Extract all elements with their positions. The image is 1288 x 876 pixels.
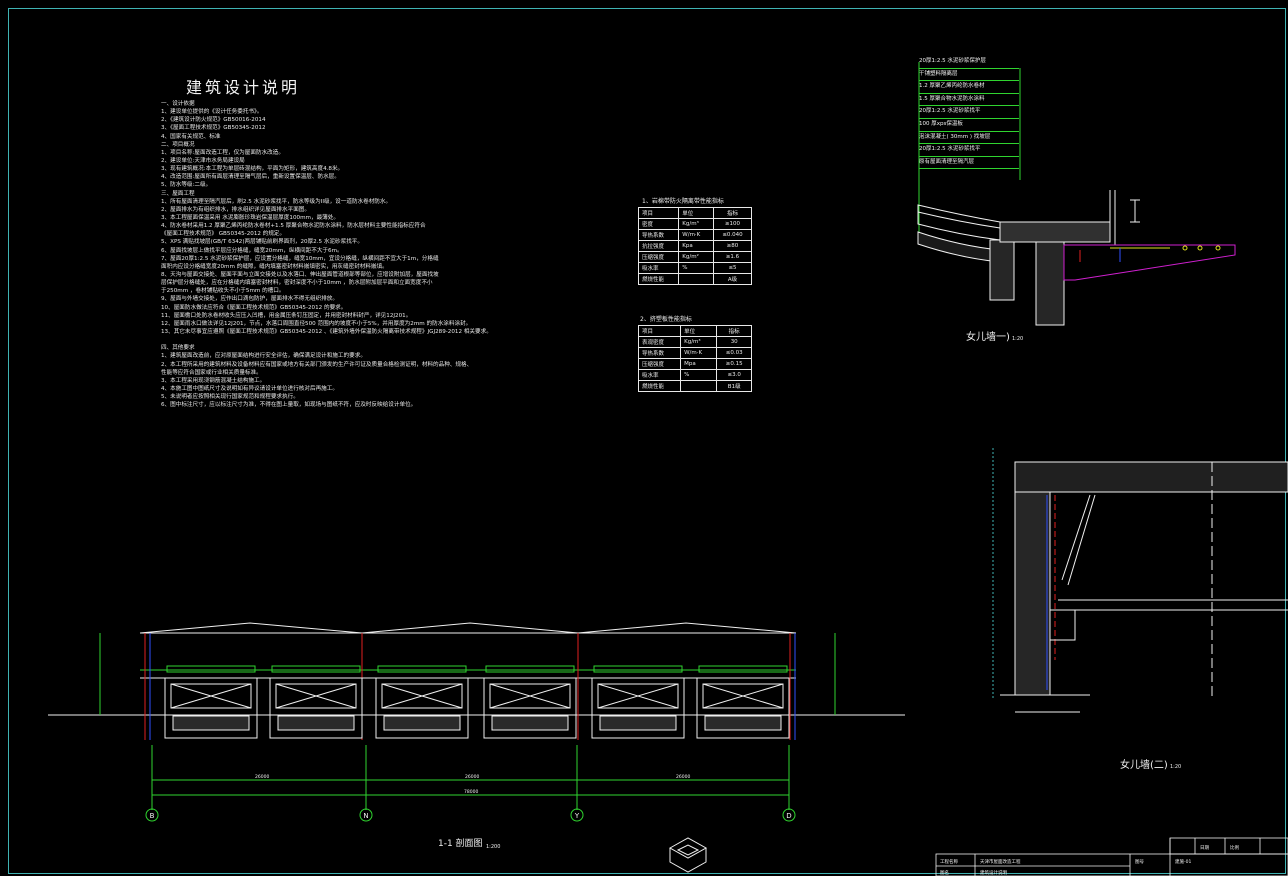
detail1-label: 女儿墙一) <box>966 330 1010 343</box>
titleblock-cell: 天津市屋面改造工程 <box>980 858 1021 865</box>
axis-label: D <box>786 812 791 820</box>
tank-base <box>277 715 355 731</box>
detail2-scale: 1:20 <box>1170 764 1181 770</box>
titleblock-cell: 建施-01 <box>1175 858 1191 865</box>
section-tanks <box>164 665 790 739</box>
tank-cover <box>593 665 683 673</box>
axis-label: B <box>150 812 155 820</box>
parapet-detail-2 <box>992 448 1288 713</box>
titleblock-cell: 工程名称 <box>940 858 958 865</box>
tank-base <box>704 715 782 731</box>
tank-cover <box>698 665 788 673</box>
dim-2: 26000 <box>465 774 479 780</box>
cad-drawing: 女儿墙一) 1:20 女儿墙(二) 1:20 B N Y D 1-1 剖面图 1… <box>48 62 1288 876</box>
titleblock-cell: 比例 <box>1230 844 1239 851</box>
axis-label: Y <box>574 812 580 820</box>
section-scale: 1:200 <box>486 844 500 850</box>
iso-symbol <box>668 837 708 873</box>
titleblock-cell: 图号 <box>1135 859 1144 865</box>
section-axes: BNYD <box>145 808 796 822</box>
parapet-detail-1 <box>917 62 1236 326</box>
tank-cover <box>377 665 467 673</box>
titleblock-cell: 日期 <box>1200 845 1209 851</box>
tank-base <box>383 715 461 731</box>
axis-label: N <box>363 812 368 820</box>
dim-3: 26000 <box>676 774 690 780</box>
dim-total: 78000 <box>464 789 478 795</box>
dim-1: 26000 <box>255 774 269 780</box>
tank-cover <box>485 665 575 673</box>
tank-cover <box>271 665 361 673</box>
tank-cover <box>166 665 256 673</box>
tank-base <box>599 715 677 731</box>
tank-base <box>172 715 250 731</box>
titleblock-cell: 建筑设计说明 <box>980 869 1007 876</box>
tank-base <box>491 715 569 731</box>
section-label: 1-1 剖面图 <box>438 837 483 849</box>
titleblock-cell: 图名 <box>940 869 949 876</box>
detail1-scale: 1:20 <box>1012 336 1023 342</box>
detail2-label: 女儿墙(二) <box>1120 758 1168 771</box>
